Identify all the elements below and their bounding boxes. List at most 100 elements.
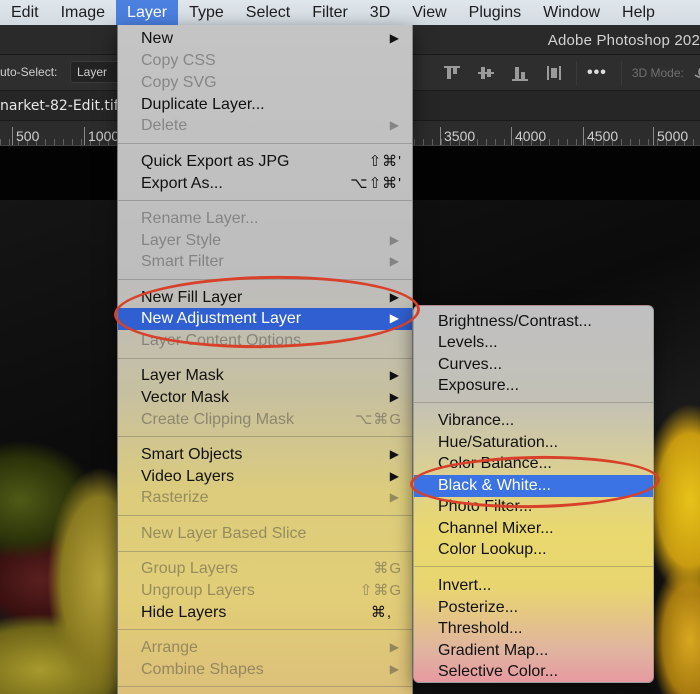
- menubar-item-edit[interactable]: Edit: [0, 0, 50, 25]
- submenu-item-curves[interactable]: Curves...: [414, 354, 653, 376]
- submenu-arrow-icon: ▶: [389, 640, 399, 654]
- menu-item-label: Combine Shapes: [141, 661, 264, 678]
- menu-item-new[interactable]: New ▶: [118, 28, 412, 50]
- menubar: Edit Image Layer Type Select Filter 3D V…: [0, 0, 700, 25]
- submenu-arrow-icon: ▶: [389, 311, 399, 325]
- menu-item-label: New Layer Based Slice: [141, 525, 307, 542]
- menu-item-duplicate-layer[interactable]: Duplicate Layer...: [118, 94, 412, 116]
- menu-item-shortcut: ⌘,: [370, 604, 392, 621]
- menu-item-new-layer-based-slice: New Layer Based Slice: [118, 523, 412, 545]
- menu-item-label: New Adjustment Layer: [141, 310, 302, 327]
- menu-separator: [118, 551, 412, 552]
- menu-separator: [118, 358, 412, 359]
- menu-item-label: Rasterize: [141, 489, 209, 506]
- submenu-item-brightness-contrast[interactable]: Brightness/Contrast...: [414, 311, 653, 333]
- menu-item-delete: Delete ▶: [118, 115, 412, 137]
- layer-menu: New ▶ Copy CSS Copy SVG Duplicate Layer..…: [117, 25, 413, 694]
- submenu-item-color-lookup[interactable]: Color Lookup...: [414, 539, 653, 561]
- toolbar-divider: [576, 61, 577, 85]
- submenu-item-gradient-map[interactable]: Gradient Map...: [414, 640, 653, 662]
- menubar-item-select[interactable]: Select: [235, 0, 301, 25]
- menu-item-export-as[interactable]: Export As... ⌥⇧⌘': [118, 173, 412, 195]
- menu-item-label: Hide Layers: [141, 604, 227, 621]
- menu-item-new-adjustment-layer[interactable]: New Adjustment Layer ▶: [118, 308, 412, 330]
- menu-item-rasterize: Rasterize ▶: [118, 487, 412, 509]
- menu-item-label: Rename Layer...: [141, 210, 259, 227]
- menu-item-smart-filter: Smart Filter ▶: [118, 251, 412, 273]
- menu-item-label: Copy SVG: [141, 74, 217, 91]
- menu-item-hide-layers[interactable]: Hide Layers ⌘,: [118, 602, 412, 624]
- submenu-arrow-icon: ▶: [389, 469, 399, 483]
- menu-item-label: Create Clipping Mask: [141, 411, 294, 428]
- menu-item-layer-mask[interactable]: Layer Mask ▶: [118, 365, 412, 387]
- ruler-label: 4500: [583, 127, 618, 145]
- auto-select-dropdown[interactable]: Layer: [70, 61, 120, 83]
- menu-item-layer-content-options: Layer Content Options...: [118, 330, 412, 352]
- menu-item-create-clipping-mask: Create Clipping Mask ⌥⌘G: [118, 409, 412, 431]
- menu-item-label: Video Layers: [141, 468, 235, 485]
- submenu-item-photo-filter[interactable]: Photo Filter...: [414, 496, 653, 518]
- menu-item-label: Ungroup Layers: [141, 582, 255, 599]
- menu-item-label: New Fill Layer: [141, 289, 243, 306]
- menu-item-arrange: Arrange ▶: [118, 637, 412, 659]
- menubar-item-image[interactable]: Image: [50, 0, 116, 25]
- menubar-item-plugins[interactable]: Plugins: [458, 0, 532, 25]
- submenu-item-hue-saturation[interactable]: Hue/Saturation...: [414, 432, 653, 454]
- submenu-item-invert[interactable]: Invert...: [414, 575, 653, 597]
- document-tab[interactable]: narket-82-Edit.tif: [0, 98, 119, 114]
- align-vertical-center-icon[interactable]: [474, 63, 498, 83]
- submenu-item-color-balance[interactable]: Color Balance...: [414, 453, 653, 475]
- distribute-icon[interactable]: [542, 63, 566, 83]
- menubar-item-filter[interactable]: Filter: [301, 0, 359, 25]
- menu-separator: [118, 279, 412, 280]
- menu-item-label: Copy CSS: [141, 52, 216, 69]
- submenu-item-channel-mixer[interactable]: Channel Mixer...: [414, 518, 653, 540]
- menu-item-label: Smart Objects: [141, 446, 243, 463]
- menu-item-label: Arrange: [141, 639, 198, 656]
- submenu-item-selective-color[interactable]: Selective Color...: [414, 661, 653, 683]
- menu-separator: [414, 566, 653, 567]
- ruler-label: 1000: [84, 127, 119, 145]
- ruler-label: 3500: [440, 127, 475, 145]
- menu-item-video-layers[interactable]: Video Layers ▶: [118, 466, 412, 488]
- align-top-icon[interactable]: [440, 63, 464, 83]
- menu-item-label: Export As...: [141, 175, 223, 192]
- menu-separator: [118, 629, 412, 630]
- menubar-item-view[interactable]: View: [401, 0, 457, 25]
- menubar-item-help[interactable]: Help: [611, 0, 666, 25]
- menu-item-label: Quick Export as JPG: [141, 153, 290, 170]
- menu-item-label: Layer Content Options...: [141, 332, 315, 349]
- menu-item-vector-mask[interactable]: Vector Mask ▶: [118, 387, 412, 409]
- align-bottom-icon[interactable]: [508, 63, 532, 83]
- auto-select-label: uto-Select:: [0, 65, 58, 79]
- menu-item-label: New: [141, 30, 174, 47]
- more-options-button[interactable]: •••: [587, 64, 607, 82]
- menu-item-label: Smart Filter: [141, 253, 224, 270]
- submenu-arrow-icon: ▶: [389, 390, 399, 404]
- menu-item-group-layers: Group Layers ⌘G: [118, 558, 412, 580]
- submenu-item-posterize[interactable]: Posterize...: [414, 597, 653, 619]
- menu-item-quick-export-jpg[interactable]: Quick Export as JPG ⇧⌘': [118, 151, 412, 173]
- menubar-item-layer[interactable]: Layer: [116, 0, 179, 25]
- adjustment-layer-submenu: Brightness/Contrast... Levels... Curves.…: [413, 305, 654, 683]
- submenu-arrow-icon: ▶: [389, 447, 399, 461]
- menu-separator: [118, 515, 412, 516]
- menu-item-new-fill-layer[interactable]: New Fill Layer ▶: [118, 287, 412, 309]
- menubar-item-3d[interactable]: 3D: [359, 0, 401, 25]
- submenu-item-levels[interactable]: Levels...: [414, 332, 653, 354]
- menubar-item-window[interactable]: Window: [532, 0, 611, 25]
- 3d-orbit-icon[interactable]: [692, 63, 700, 83]
- menu-separator: [118, 436, 412, 437]
- menubar-item-type[interactable]: Type: [178, 0, 235, 25]
- menu-item-layer-style: Layer Style ▶: [118, 230, 412, 252]
- submenu-item-vibrance[interactable]: Vibrance...: [414, 410, 653, 432]
- menu-item-label: Group Layers: [141, 560, 238, 577]
- menu-item-smart-objects[interactable]: Smart Objects ▶: [118, 444, 412, 466]
- submenu-item-exposure[interactable]: Exposure...: [414, 375, 653, 397]
- submenu-item-black-white[interactable]: Black & White...: [414, 475, 653, 497]
- menu-item-copy-svg: Copy SVG: [118, 72, 412, 94]
- menu-item-combine-shapes: Combine Shapes ▶: [118, 659, 412, 681]
- submenu-item-threshold[interactable]: Threshold...: [414, 618, 653, 640]
- menu-separator: [118, 200, 412, 201]
- menu-item-label: Delete: [141, 117, 188, 134]
